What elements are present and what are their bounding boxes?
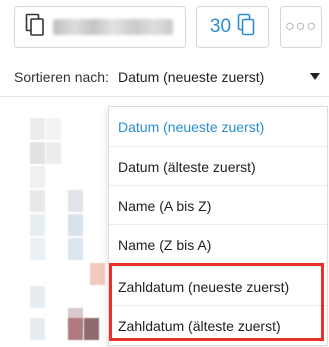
document-copy-icon [25, 13, 45, 42]
blurred-cell [84, 318, 99, 340]
blurred-cell [30, 118, 45, 140]
sort-option-label: Datum (älteste zuerst) [118, 159, 256, 175]
blurred-background-thumbnails [30, 108, 110, 347]
sort-option-label: Name (Z bis A) [118, 237, 212, 253]
blurred-cell [46, 118, 61, 140]
sort-option-label: Zahldatum (älteste zuerst) [118, 318, 281, 334]
more-options-button[interactable]: ○○○ [280, 6, 322, 48]
blurred-cell [30, 142, 45, 164]
sort-dropdown-menu: Datum (neueste zuerst) Datum (älteste zu… [108, 106, 328, 346]
blurred-cell [30, 214, 45, 236]
document-selector-button[interactable] [14, 6, 186, 48]
blurred-cell [90, 263, 105, 285]
document-count-button[interactable]: 30 [196, 6, 269, 48]
blurred-cell [68, 190, 83, 212]
sort-option-label: Name (A bis Z) [118, 198, 212, 214]
blurred-cell [46, 142, 61, 164]
sort-option-label: Zahldatum (neueste zuerst) [118, 279, 290, 295]
blurred-cell [68, 238, 83, 260]
sort-row: Sortieren nach: Datum (neueste zuerst) [0, 60, 329, 94]
blurred-cell [30, 238, 45, 260]
document-count: 30 [209, 16, 232, 37]
sort-option[interactable]: Name (Z bis A) [109, 224, 327, 263]
ellipsis-icon: ○○○ [285, 18, 317, 35]
blurred-cell [30, 190, 45, 212]
top-toolbar: 30 ○○○ [0, 0, 329, 56]
chevron-down-icon [310, 73, 320, 80]
blurred-document-name [53, 19, 173, 35]
blurred-cell [30, 286, 45, 308]
sort-selected-value: Datum (neueste zuerst) [118, 69, 265, 85]
sort-label: Sortieren nach: [14, 69, 109, 85]
sort-option-label: Datum (neueste zuerst) [118, 119, 265, 135]
blurred-cell [30, 318, 45, 340]
sort-option[interactable]: Name (A bis Z) [109, 185, 327, 224]
blurred-cell [30, 166, 45, 188]
sort-option[interactable]: Zahldatum (älteste zuerst) [109, 305, 327, 344]
divider [0, 96, 329, 97]
sort-option[interactable]: Datum (neueste zuerst) [109, 107, 327, 146]
sort-option[interactable]: Zahldatum (neueste zuerst) [109, 266, 327, 305]
sort-select[interactable]: Datum (neueste zuerst) [109, 60, 329, 94]
sort-option[interactable]: Datum (älteste zuerst) [109, 146, 327, 185]
blurred-cell [68, 318, 83, 340]
blurred-cell [68, 214, 83, 236]
document-copy-icon [237, 13, 255, 42]
